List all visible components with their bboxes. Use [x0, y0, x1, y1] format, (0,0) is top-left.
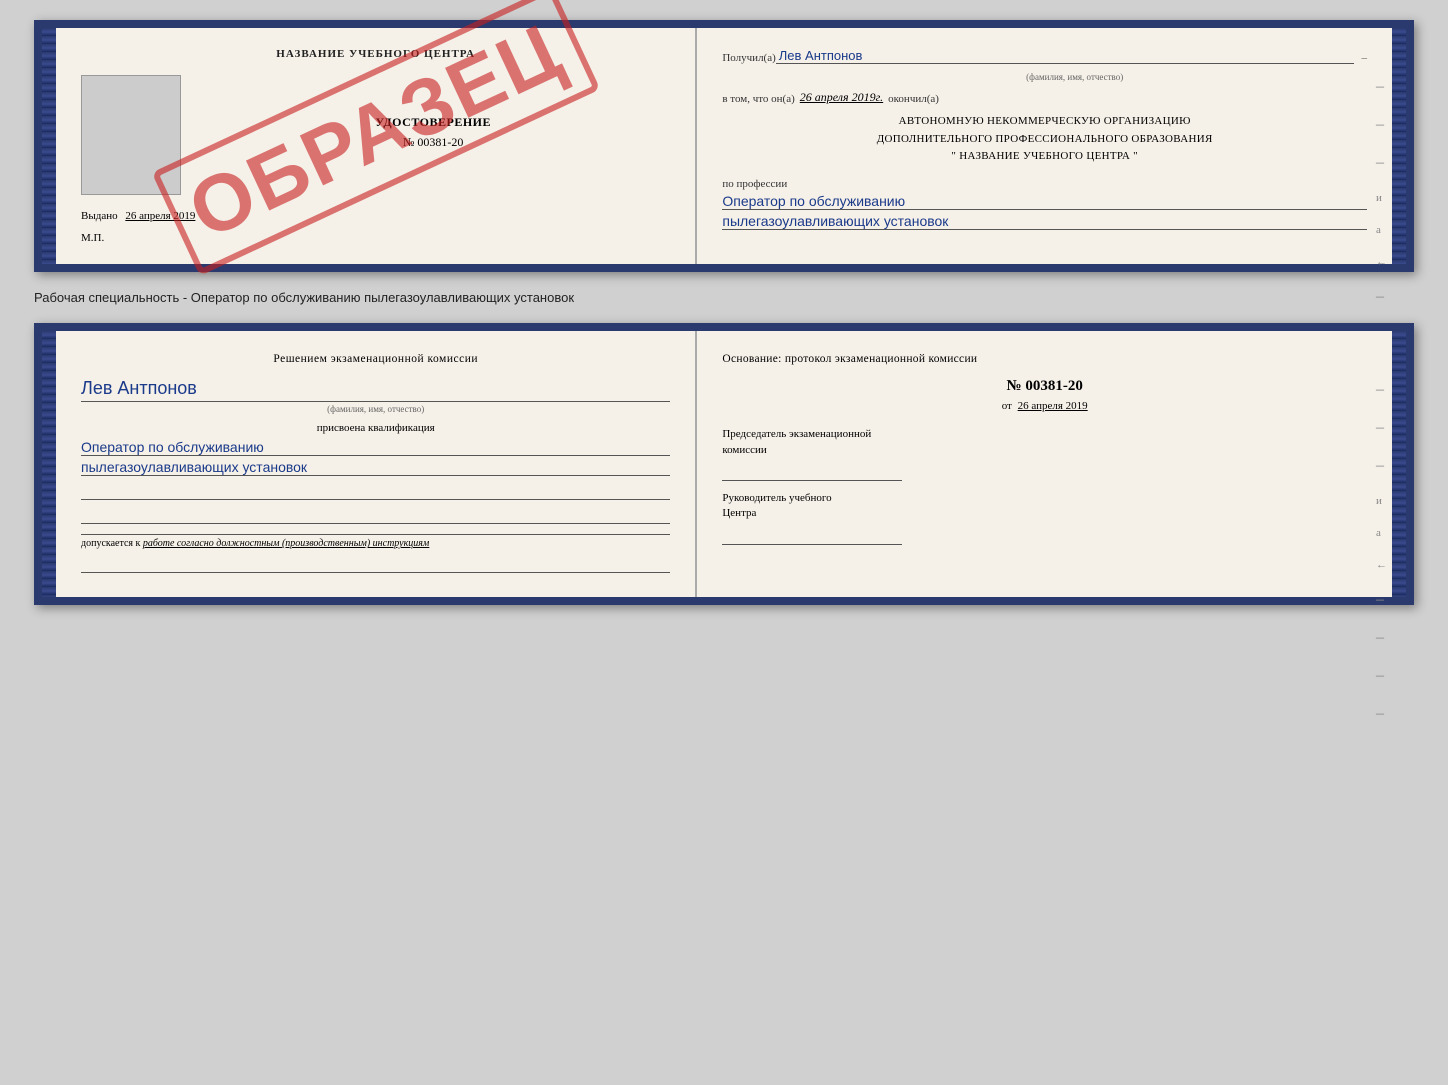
director-title: Руководитель учебного Центра: [722, 491, 1367, 522]
protocol-date: от 26 апреля 2019: [722, 400, 1367, 412]
person-name-field: Лев Антпонов: [776, 48, 1354, 64]
bdash-r8: –: [1376, 629, 1387, 647]
bottom-right-page: Основание: протокол экзаменационной коми…: [697, 331, 1392, 597]
qual-label: присвоена квалификация: [81, 422, 670, 434]
top-left-page: НАЗВАНИЕ УЧЕБНОГО ЦЕНТРА УДОСТОВЕРЕНИЕ №…: [56, 28, 697, 264]
bottom-section-title: Решением экзаменационной комиссии: [81, 351, 670, 368]
cert-number: № 00381-20: [196, 135, 670, 150]
org-line1: АВТОНОМНУЮ НЕКОММЕРЧЕСКУЮ ОРГАНИЗАЦИЮ: [722, 113, 1367, 131]
org-block: АВТОНОМНУЮ НЕКОММЕРЧЕСКУЮ ОРГАНИЗАЦИЮ ДО…: [722, 113, 1367, 166]
bdash-r3: –: [1376, 457, 1387, 475]
profession-line2: пылегазоулавливающих установок: [722, 213, 1367, 230]
top-right-page: Получил(а) Лев Антпонов – (фамилия, имя,…: [697, 28, 1392, 264]
chairman-signature-line: [722, 461, 902, 481]
chairman-block: Председатель экзаменационной комиссии: [722, 427, 1367, 481]
org-line2: ДОПОЛНИТЕЛЬНОГО ПРОФЕССИОНАЛЬНОГО ОБРАЗО…: [722, 131, 1367, 149]
blank-line1: [81, 480, 670, 500]
dash-r3: –: [1376, 154, 1387, 172]
dash1: –: [1362, 52, 1368, 64]
qual-line2: пылегазоулавливающих установок: [81, 459, 670, 476]
bdash-r10: –: [1376, 705, 1387, 723]
dash-r7: –: [1376, 288, 1387, 306]
work-permit: допускается к работе согласно должностны…: [81, 534, 670, 549]
document-container: НАЗВАНИЕ УЧЕБНОГО ЦЕНТРА УДОСТОВЕРЕНИЕ №…: [34, 20, 1414, 605]
booklet-spine-bottom-right: [1392, 331, 1406, 597]
bdash-r5: а: [1376, 527, 1387, 539]
bdash-r7: –: [1376, 591, 1387, 609]
work-permit-prefix: допускается к: [81, 538, 140, 549]
issued-date: 26 апреля 2019: [125, 210, 195, 222]
bdash-r1: –: [1376, 381, 1387, 399]
cert-title: УДОСТОВЕРЕНИЕ: [196, 115, 670, 130]
bottom-right-dashes: – – – и а ← – – – –: [1376, 381, 1387, 723]
received-label: Получил(а): [722, 52, 775, 64]
protocol-date-prefix: от: [1002, 400, 1012, 412]
mp-label: М.П.: [81, 232, 670, 244]
dash-r1: –: [1376, 78, 1387, 96]
bdash-r2: –: [1376, 419, 1387, 437]
issued-label: Выдано: [81, 210, 118, 222]
chairman-title-line1: Председатель экзаменационной: [722, 428, 871, 440]
profession-label: по профессии: [722, 178, 1367, 190]
received-row: Получил(а) Лев Антпонов –: [722, 48, 1367, 64]
dash-r5: а: [1376, 224, 1387, 236]
dash-r2: –: [1376, 116, 1387, 134]
protocol-number: № 00381-20: [722, 378, 1367, 395]
director-signature-line: [722, 525, 902, 545]
blank-line2: [81, 504, 670, 524]
cert-header: НАЗВАНИЕ УЧЕБНОГО ЦЕНТРА: [81, 48, 670, 60]
dash-r4: и: [1376, 192, 1387, 204]
date-prefix: в том, что он(а): [722, 93, 794, 105]
profession-line1: Оператор по обслуживанию: [722, 193, 1367, 210]
bdash-r9: –: [1376, 667, 1387, 685]
booklet-spine-right-top: [1392, 28, 1406, 264]
profession-block: по профессии Оператор по обслуживанию пы…: [722, 178, 1367, 230]
dash-r6: ←: [1376, 256, 1387, 268]
chairman-title-line2: комиссии: [722, 444, 766, 456]
director-title-line1: Руководитель учебного: [722, 492, 831, 504]
bottom-booklet: Решением экзаменационной комиссии Лев Ан…: [34, 323, 1414, 605]
cert-title-area: УДОСТОВЕРЕНИЕ № 00381-20: [196, 75, 670, 195]
qual-line1: Оператор по обслуживанию: [81, 439, 670, 456]
cert-issued-row: Выдано 26 апреля 2019: [81, 210, 670, 222]
blank-line3: [81, 553, 670, 573]
org-line3: " НАЗВАНИЕ УЧЕБНОГО ЦЕНТРА ": [722, 148, 1367, 166]
top-booklet: НАЗВАНИЕ УЧЕБНОГО ЦЕНТРА УДОСТОВЕРЕНИЕ №…: [34, 20, 1414, 272]
middle-text: Рабочая специальность - Оператор по обсл…: [34, 282, 1414, 313]
booklet-spine-left: [42, 28, 56, 264]
finished-label: окончил(а): [888, 93, 939, 105]
director-title-line2: Центра: [722, 507, 756, 519]
bottom-left-page: Решением экзаменационной комиссии Лев Ан…: [56, 331, 697, 597]
section-title-line1: Решением экзаменационной комиссии: [273, 353, 478, 365]
director-block: Руководитель учебного Центра: [722, 491, 1367, 545]
date-row: в том, что он(а) 26 апреля 2019г. окончи…: [722, 90, 1367, 105]
chairman-title: Председатель экзаменационной комиссии: [722, 427, 1367, 458]
cert-main-area: УДОСТОВЕРЕНИЕ № 00381-20: [81, 75, 670, 195]
work-permit-text: работе согласно должностным (производств…: [143, 538, 429, 549]
date-value: 26 апреля 2019г.: [800, 90, 883, 105]
photo-placeholder: [81, 75, 181, 195]
booklet-spine-bottom-left: [42, 331, 56, 597]
bottom-fio-hint: (фамилия, имя, отчество): [81, 401, 670, 414]
protocol-date-value: 26 апреля 2019: [1018, 400, 1088, 412]
fio-hint-top: (фамилия, имя, отчество): [782, 72, 1367, 82]
bdash-r4: и: [1376, 495, 1387, 507]
bottom-person-name: Лев Антпонов: [81, 378, 670, 399]
basis-title: Основание: протокол экзаменационной коми…: [722, 351, 1367, 368]
bdash-r6: ←: [1376, 559, 1387, 571]
